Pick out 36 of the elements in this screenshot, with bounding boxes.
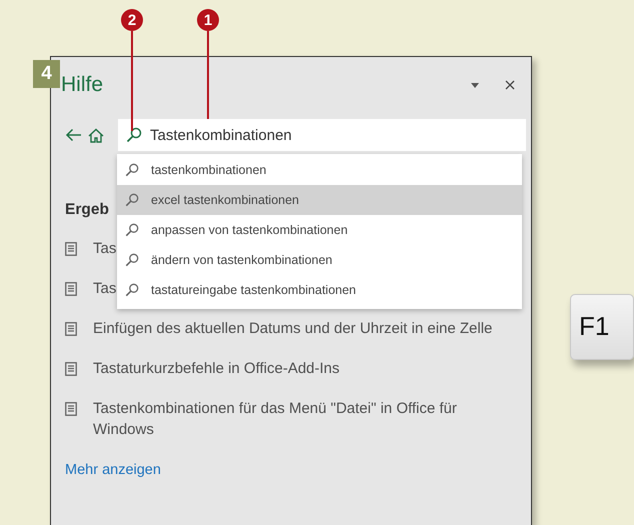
suggestion-item[interactable]: tastatureingabe tastenkombinationen — [117, 275, 522, 305]
callout-number: 1 — [197, 9, 219, 31]
keyboard-key: F1 — [570, 294, 634, 360]
search-icon — [125, 193, 139, 207]
caret-icon — [471, 82, 479, 88]
suggestion-item[interactable]: excel tastenkombinationen — [117, 185, 522, 215]
search-icon — [125, 283, 139, 297]
document-icon — [65, 282, 77, 296]
result-link[interactable]: Tastenkombinationen für das Menü "Datei" in Office für Windows — [93, 398, 493, 440]
callout-number: 2 — [121, 9, 143, 31]
suggestion-item[interactable]: ändern von tastenkombinationen — [117, 245, 522, 275]
result-link[interactable]: Tastaturkurzbefehle in Office-Add-Ins — [93, 358, 493, 379]
close-icon — [505, 80, 515, 90]
document-icon — [65, 322, 77, 336]
search-text: Tastenkombinationen — [150, 126, 292, 144]
back-arrow-icon — [65, 128, 82, 142]
show-more-link[interactable]: Mehr anzeigen — [65, 462, 526, 478]
results-heading: Ergeb — [65, 201, 110, 219]
options-button[interactable] — [469, 80, 481, 90]
suggestion-item[interactable]: tastenkombinationen — [117, 155, 522, 185]
search-icon — [126, 127, 142, 143]
search-field[interactable]: Tastenkombinationen — [118, 119, 526, 151]
home-icon — [88, 128, 104, 142]
result-link[interactable]: Einfügen des aktuellen Datums und der Uhrzeit in eine Zelle — [93, 318, 493, 339]
document-icon — [65, 402, 77, 416]
pane-title: Hilfe — [61, 73, 104, 97]
close-button[interactable] — [503, 78, 517, 92]
document-icon — [65, 242, 77, 256]
back-button[interactable] — [65, 128, 82, 142]
suggestion-item[interactable]: anpassen von tastenkombinationen — [117, 215, 522, 245]
search-icon — [125, 223, 139, 237]
step-number: 4 — [33, 60, 60, 88]
search-icon — [125, 253, 139, 267]
search-icon — [125, 163, 139, 177]
home-button[interactable] — [88, 128, 104, 142]
document-icon — [65, 362, 77, 376]
